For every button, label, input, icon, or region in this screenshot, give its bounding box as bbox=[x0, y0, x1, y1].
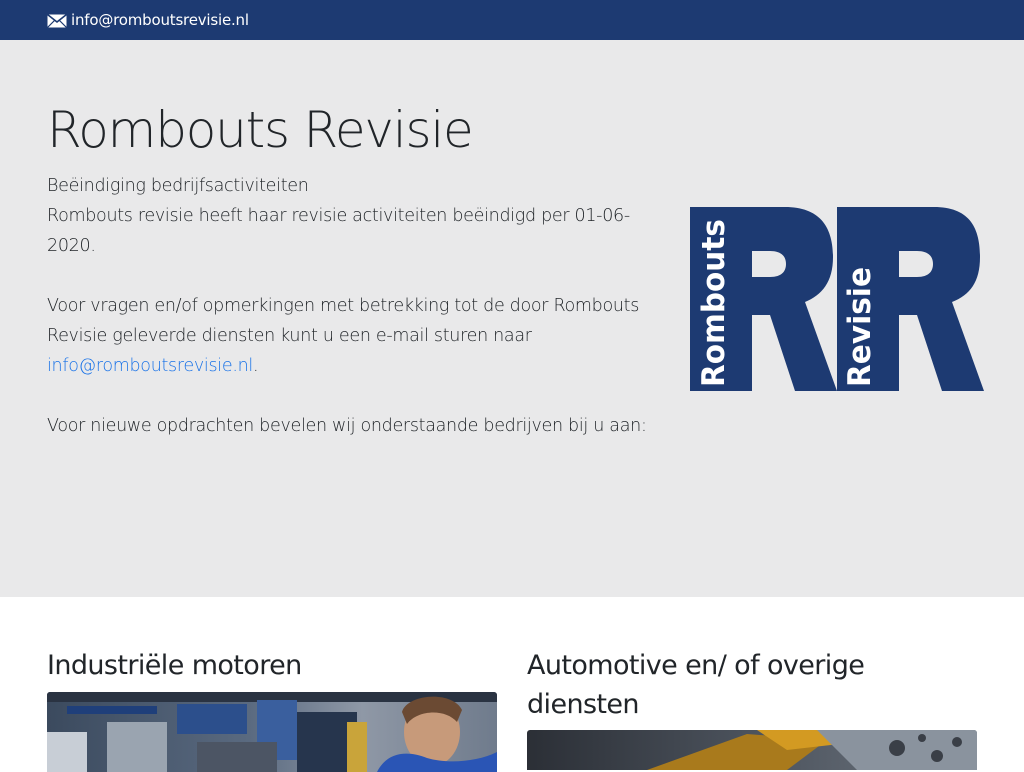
email-link[interactable]: info@romboutsrevisie.nl bbox=[71, 11, 249, 29]
contact-text: Voor vragen en/of opmerkingen met betrek… bbox=[47, 291, 662, 381]
logo-word-rombouts: Rombouts bbox=[696, 219, 732, 387]
contact-text-body: Voor vragen en/of opmerkingen met betrek… bbox=[47, 296, 640, 346]
industrial-motors-image bbox=[47, 692, 497, 772]
rombouts-revisie-logo: Rombouts Revisie bbox=[690, 207, 984, 391]
logo-word-revisie: Revisie bbox=[842, 267, 878, 387]
envelope-icon bbox=[47, 14, 67, 28]
top-bar: info@romboutsrevisie.nl bbox=[0, 0, 1024, 40]
contact-text-end: . bbox=[252, 356, 259, 376]
automotive-services-photo[interactable] bbox=[527, 730, 977, 770]
notice-heading: Beëindiging bedrijfsactiviteiten bbox=[47, 176, 309, 196]
hero-text: Beëindiging bedrijfsactiviteiten Rombout… bbox=[47, 171, 662, 441]
industrial-motors-photo[interactable] bbox=[47, 692, 497, 772]
notice-text: Rombouts revisie heeft haar revisie acti… bbox=[47, 206, 630, 256]
page-title: Rombouts Revisie bbox=[47, 101, 474, 159]
service-title-industrial: Industriële motoren bbox=[47, 650, 302, 681]
contact-email-link[interactable]: info@romboutsrevisie.nl bbox=[47, 356, 253, 376]
automotive-services-image bbox=[527, 730, 977, 770]
recommendation-text: Voor nieuwe opdrachten bevelen wij onder… bbox=[47, 416, 647, 436]
service-title-automotive: Automotive en/ of overige diensten bbox=[527, 650, 865, 720]
